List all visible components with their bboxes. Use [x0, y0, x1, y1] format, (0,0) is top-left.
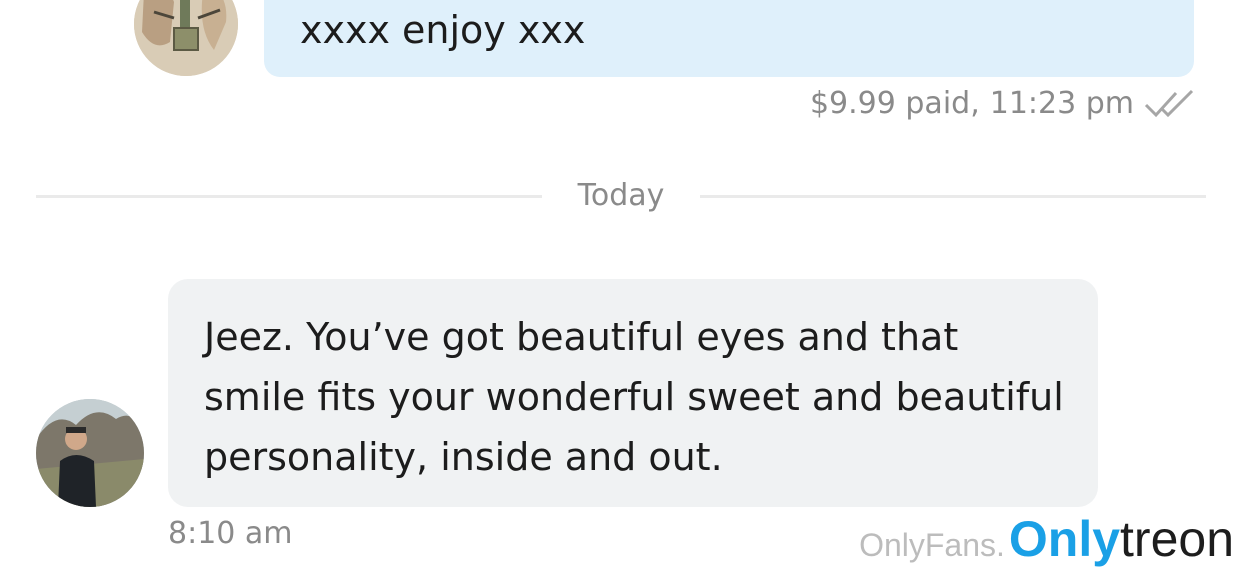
watermark: OnlyFans. Only treon: [859, 510, 1234, 574]
watermark-prefix: OnlyFans.: [859, 527, 1005, 563]
price-status: $9.99 paid,: [809, 86, 980, 121]
sender-avatar[interactable]: [134, 0, 238, 76]
watermark-brand-a: Only: [1008, 511, 1121, 567]
outgoing-message-bubble[interactable]: xxxx enjoy xxx: [264, 0, 1194, 77]
double-check-icon: [1144, 89, 1194, 118]
divider-line-left: [36, 194, 542, 198]
date-divider: Today: [36, 176, 1207, 216]
contact-avatar[interactable]: [36, 399, 144, 507]
avatar-photo-icon: [36, 399, 144, 507]
incoming-message-text: Jeez. You’ve got beautiful eyes and that…: [204, 315, 1064, 479]
avatar-photo-icon: [134, 0, 238, 76]
outgoing-message-meta: $9.99 paid, 11:23 pm: [810, 84, 1196, 124]
incoming-message-bubble[interactable]: Jeez. You’ve got beautiful eyes and that…: [168, 279, 1098, 507]
date-label: Today: [577, 178, 665, 213]
outgoing-message-text: xxxx enjoy xxx: [300, 8, 586, 52]
divider-line-right: [700, 194, 1207, 198]
outgoing-message-time: 11:23 pm: [989, 86, 1134, 121]
incoming-message-time: 8:10 am: [168, 516, 293, 551]
watermark-brand-b: treon: [1120, 511, 1234, 567]
